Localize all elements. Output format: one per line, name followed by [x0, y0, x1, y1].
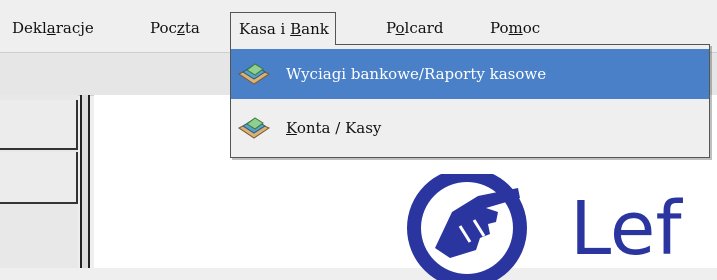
- menu-mnemonic: a: [46, 19, 56, 37]
- menu-label: lcard: [404, 19, 444, 37]
- menu-label: P: [386, 19, 396, 37]
- menu-mnemonic: o: [395, 19, 405, 37]
- accounts-icon: [238, 117, 271, 139]
- menu-kasa-i-bank[interactable]: Kasa i Bank: [230, 12, 336, 45]
- side-tab[interactable]: [0, 152, 78, 204]
- kasa-i-bank-dropdown: Wyciagi bankowe/Raporty kasowe Konta / K…: [230, 44, 710, 158]
- lefthand-logo: Lef: [400, 150, 717, 280]
- menu-bar: Deklaracje Poczta Kasa i Bank Polcard Po…: [0, 0, 717, 50]
- menu-mnemonic: m: [508, 19, 523, 37]
- menu-item-wyciagi-bankowe[interactable]: Wyciagi bankowe/Raporty kasowe: [231, 49, 709, 99]
- menu-label: ta: [184, 19, 200, 37]
- menu-label: oc: [522, 19, 541, 37]
- side-tab[interactable]: [0, 100, 78, 150]
- menu-label: Po: [490, 19, 509, 37]
- menu-polcard[interactable]: Polcard: [386, 14, 443, 42]
- menu-deklaracje[interactable]: Deklaracje: [12, 14, 94, 42]
- menu-item-konta-kasy[interactable]: Konta / Kasy: [231, 103, 709, 153]
- panel-divider[interactable]: [80, 95, 90, 268]
- menu-item-label: Wyciagi bankowe/Raporty kasowe: [286, 65, 547, 83]
- bank-statement-icon: [238, 63, 271, 85]
- menu-item-label: Konta / Kasy: [286, 119, 382, 137]
- menu-label: racje: [55, 19, 94, 37]
- menu-poczta[interactable]: Poczta: [150, 14, 200, 42]
- menu-label: Kasa i: [239, 20, 291, 38]
- menu-label: Poc: [150, 19, 177, 37]
- menu-label: Dekl: [12, 19, 47, 37]
- menu-mnemonic: B: [290, 20, 302, 38]
- logo-text: Lef: [570, 186, 683, 272]
- menu-pomoc[interactable]: Pomoc: [490, 14, 540, 42]
- menu-label: ank: [301, 20, 329, 38]
- menu-mnemonic: z: [176, 19, 185, 37]
